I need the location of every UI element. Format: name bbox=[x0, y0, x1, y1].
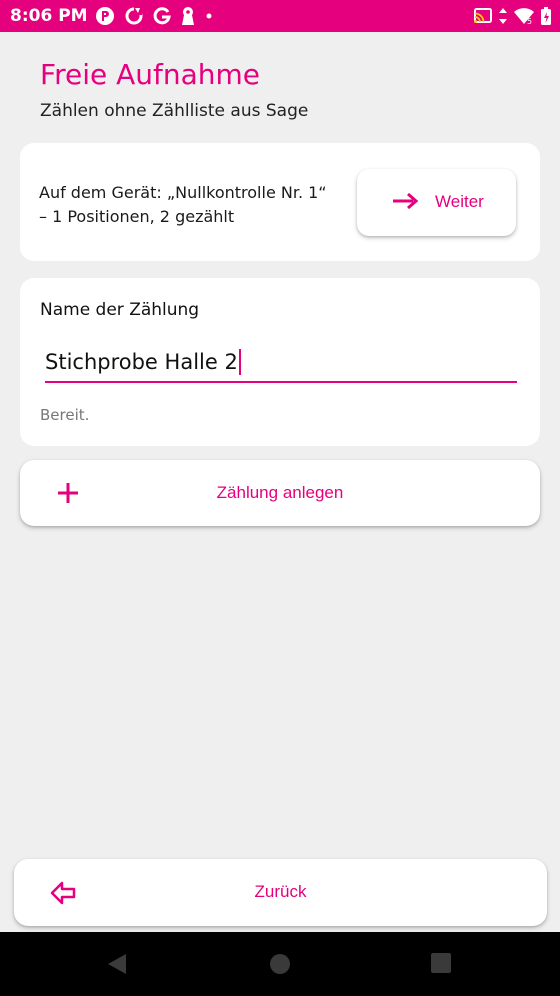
page-subtitle: Zählen ohne Zählliste aus Sage bbox=[40, 101, 309, 121]
count-name-label: Name der Zählung bbox=[40, 300, 200, 320]
count-name-card: Name der Zählung Stichprobe Halle 2 Bere… bbox=[20, 278, 540, 446]
app-icon-p bbox=[95, 6, 115, 26]
back-button-label: Zurück bbox=[254, 882, 307, 901]
sync-icon bbox=[124, 6, 144, 26]
data-arrows-icon bbox=[498, 7, 508, 25]
battery-icon bbox=[540, 6, 552, 26]
count-name-input-underline bbox=[45, 381, 517, 383]
continue-button-label: Weiter bbox=[435, 192, 484, 211]
device-count-card: Auf dem Gerät: „Nullkontrolle Nr. 1“ – 1… bbox=[20, 143, 540, 261]
wifi-icon: 5 bbox=[513, 7, 535, 25]
status-time: 8:06 PM bbox=[10, 6, 88, 26]
keyhole-icon bbox=[180, 6, 196, 26]
status-text: Bereit. bbox=[40, 406, 90, 424]
svg-text:5: 5 bbox=[527, 17, 532, 25]
device-count-line-2: – 1 Positionen, 2 gezählt bbox=[39, 207, 235, 226]
nav-recents-icon[interactable] bbox=[431, 953, 451, 978]
status-bar: 8:06 PM 5 bbox=[0, 0, 560, 32]
create-count-button-label: Zählung anlegen bbox=[216, 483, 344, 502]
system-icons: 5 bbox=[473, 6, 552, 26]
text-caret bbox=[238, 349, 241, 375]
notification-icons bbox=[95, 6, 213, 26]
nav-back-icon[interactable] bbox=[106, 952, 128, 981]
device-count-line-1: Auf dem Gerät: „Nullkontrolle Nr. 1“ bbox=[39, 183, 327, 202]
arrow-right-icon bbox=[392, 191, 419, 216]
count-name-input[interactable]: Stichprobe Halle 2 bbox=[45, 349, 241, 375]
device-count-info: Auf dem Gerät: „Nullkontrolle Nr. 1“ – 1… bbox=[39, 181, 349, 229]
page-title: Freie Aufnahme bbox=[40, 58, 261, 91]
nav-home-icon[interactable] bbox=[269, 953, 291, 980]
cast-icon bbox=[473, 7, 493, 25]
back-button[interactable]: Zurück bbox=[14, 859, 547, 926]
count-name-input-value: Stichprobe Halle 2 bbox=[45, 350, 238, 374]
system-navigation-bar bbox=[0, 932, 560, 996]
continue-button[interactable]: Weiter bbox=[357, 169, 516, 236]
google-icon bbox=[153, 6, 171, 26]
dot-icon bbox=[205, 6, 213, 26]
create-count-button[interactable]: Zählung anlegen bbox=[20, 460, 540, 526]
